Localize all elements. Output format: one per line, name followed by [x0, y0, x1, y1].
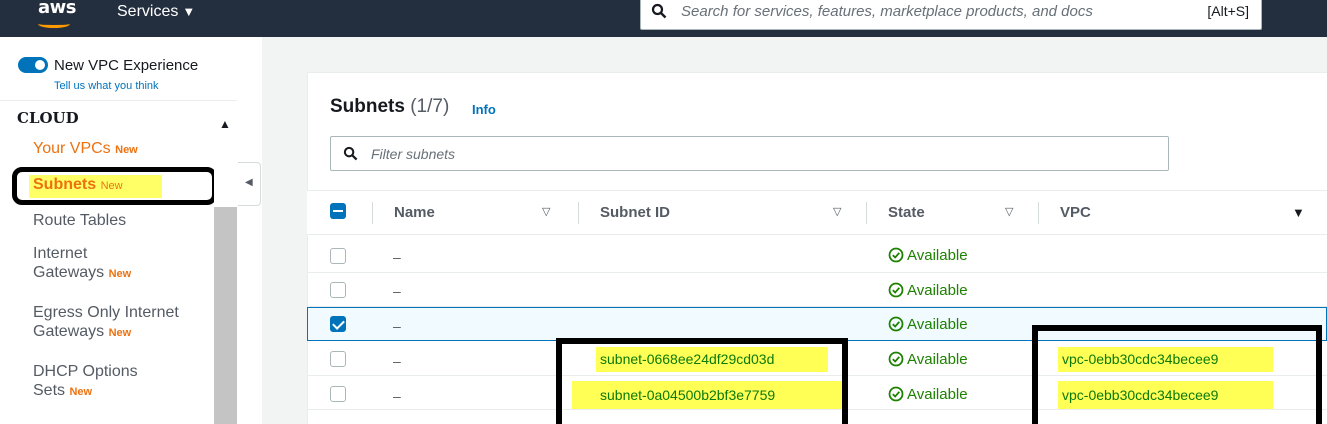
cell-name: –: [393, 249, 401, 265]
scroll-up-icon[interactable]: ▲: [219, 117, 231, 131]
cell-state: Available: [888, 247, 968, 264]
sidebar-item-label: Your VPCs: [33, 140, 111, 157]
sidebar-item-egress-only-gateways[interactable]: Egress Only Internet Gateways New: [33, 303, 179, 343]
search-placeholder: Search for services, features, marketpla…: [681, 3, 1093, 20]
scroll-thumb[interactable]: [214, 207, 237, 424]
sidebar-collapse-button[interactable]: ◀: [238, 162, 261, 206]
new-badge: New: [108, 268, 132, 280]
row-checkbox[interactable]: [330, 386, 346, 402]
column-divider: [578, 202, 579, 224]
filter-placeholder: Filter subnets: [371, 146, 456, 162]
sidebar-item-label: DHCP Options: [33, 363, 138, 380]
check-circle-icon: [888, 351, 904, 367]
sort-icon[interactable]: ▽: [833, 205, 841, 218]
table-row[interactable]: [307, 239, 1327, 273]
cell-name: –: [393, 353, 401, 369]
select-all-checkbox[interactable]: [330, 203, 346, 219]
chevron-left-icon: ◀: [245, 177, 253, 188]
table-row[interactable]: [307, 273, 1327, 307]
row-checkbox[interactable]: [330, 248, 346, 264]
feedback-link[interactable]: Tell us what you think: [54, 80, 159, 92]
sidebar: New VPC Experience Tell us what you thin…: [0, 37, 237, 424]
sidebar-item-label: Egress Only Internet: [33, 304, 179, 321]
column-header-name[interactable]: Name: [394, 204, 435, 221]
annotation-box: [556, 338, 848, 424]
row-checkbox[interactable]: [330, 351, 346, 367]
page-title: Subnets (1/7): [330, 96, 449, 118]
column-divider: [372, 202, 373, 224]
row-checkbox[interactable]: [330, 282, 346, 298]
sort-icon[interactable]: ▽: [1005, 205, 1013, 218]
cell-name: –: [393, 283, 401, 299]
new-badge: New: [108, 327, 132, 339]
sidebar-item-your-vpcs[interactable]: Your VPCs New: [33, 139, 138, 160]
sidebar-item-label: Internet: [33, 245, 88, 262]
filter-subnets-input[interactable]: Filter subnets: [330, 136, 1169, 171]
search-icon: [651, 3, 667, 19]
toggle-label: New VPC Experience: [54, 57, 199, 74]
new-badge: New: [115, 144, 138, 156]
sidebar-scrollbar[interactable]: ▲: [214, 117, 237, 424]
cell-name: –: [393, 388, 401, 404]
sidebar-item-label: Gateways: [33, 264, 105, 281]
info-link[interactable]: Info: [472, 102, 496, 117]
cell-name: –: [393, 318, 401, 334]
services-menu-button[interactable]: Services ▼: [117, 3, 195, 21]
aws-logo[interactable]: aws: [38, 0, 77, 18]
cell-state: Available: [888, 386, 968, 403]
cell-state: Available: [888, 316, 968, 333]
aws-logo-smile: [38, 20, 70, 28]
column-divider: [1038, 202, 1039, 224]
sidebar-item-dhcp-options[interactable]: DHCP Options Sets New: [33, 362, 138, 402]
sidebar-item-route-tables[interactable]: Route Tables: [33, 211, 126, 230]
column-header-state[interactable]: State: [888, 204, 925, 221]
sidebar-item-label: Route Tables: [33, 212, 127, 229]
sidebar-item-label: Gateways: [33, 323, 105, 340]
cell-state: Available: [888, 351, 968, 368]
page-title-text: Subnets: [330, 96, 405, 117]
check-circle-icon: [888, 247, 904, 263]
caret-down-icon: ▼: [182, 4, 196, 19]
divider: [0, 100, 237, 101]
selection-count: (1/7): [410, 96, 450, 117]
column-divider: [866, 202, 867, 224]
sidebar-item-internet-gateways[interactable]: Internet Gateways New: [33, 244, 131, 284]
column-header-subnet-id[interactable]: Subnet ID: [600, 204, 670, 221]
search-icon: [343, 146, 358, 161]
global-search-input[interactable]: Search for services, features, marketpla…: [640, 0, 1262, 30]
sort-descending-icon[interactable]: ▼: [1292, 205, 1305, 220]
sidebar-item-label: Sets: [33, 382, 66, 399]
column-header-vpc[interactable]: VPC: [1060, 204, 1091, 221]
section-heading-cloud: CLOUD: [17, 109, 79, 127]
annotation-box: [1032, 325, 1322, 424]
check-circle-icon: [888, 386, 904, 402]
check-circle-icon: [888, 316, 904, 332]
row-checkbox-checked[interactable]: [330, 316, 346, 332]
check-circle-icon: [888, 282, 904, 298]
sort-icon[interactable]: ▽: [542, 205, 550, 218]
table-header: [307, 190, 1327, 235]
services-label: Services: [117, 3, 179, 20]
top-nav-bar: aws Services ▼ Search for services, featu…: [0, 0, 1327, 37]
annotation-box: [12, 167, 217, 205]
search-shortcut-hint: [Alt+S]: [1207, 3, 1249, 19]
new-vpc-experience-toggle[interactable]: [18, 57, 48, 73]
cell-state: Available: [888, 282, 968, 299]
new-badge: New: [69, 386, 93, 398]
